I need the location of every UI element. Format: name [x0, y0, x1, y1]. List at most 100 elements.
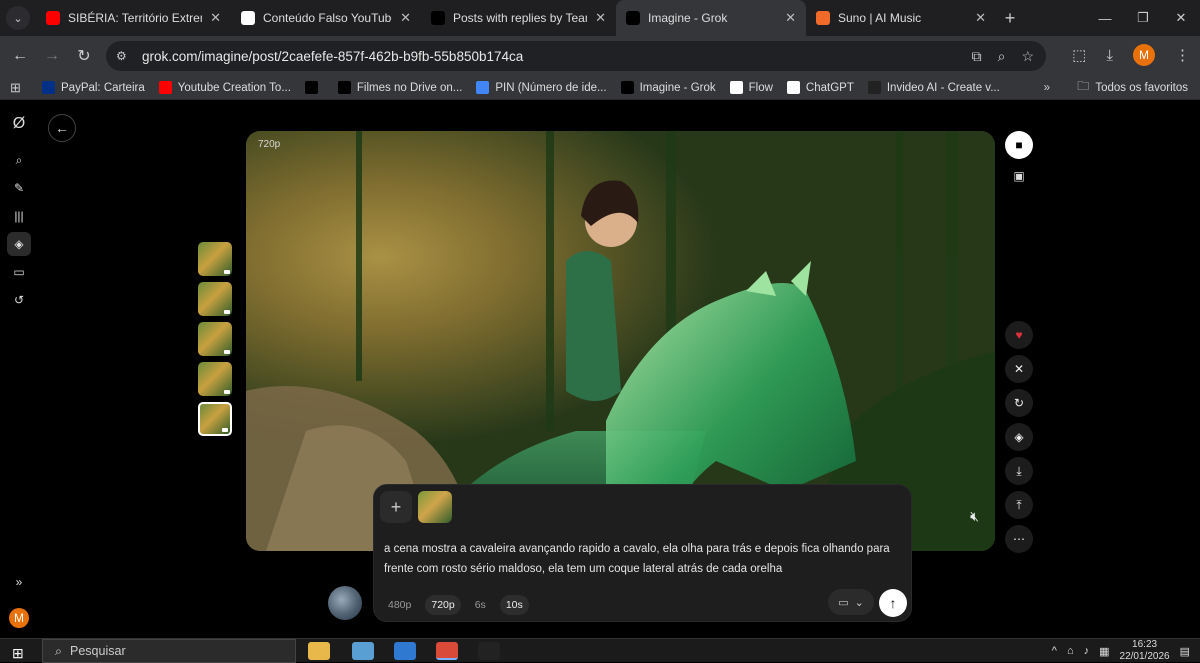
- bookmarks-bar: ⊞ PayPal: Carteira Youtube Creation To...…: [0, 76, 1200, 100]
- edit-icon[interactable]: ✎: [7, 176, 31, 200]
- close-tab-icon[interactable]: ✕: [210, 10, 221, 26]
- bookmark-8[interactable]: ChatGPT: [786, 81, 854, 94]
- left-sidebar: Ø ⌕ ✎ ||| ◈ ▭ ↺ » M: [0, 100, 38, 638]
- bookmark-label: Flow: [748, 81, 773, 94]
- share-x-icon[interactable]: ✕: [1005, 355, 1033, 383]
- thumbnail-5-selected[interactable]: [198, 402, 232, 436]
- store-icon[interactable]: [394, 642, 416, 660]
- taskbar-search[interactable]: ⌕ Pesquisar: [42, 639, 296, 663]
- bookmark-label: ChatGPT: [805, 81, 854, 94]
- address-url[interactable]: grok.com/imagine/post/2caefefe-857f-462b…: [142, 49, 523, 64]
- close-window-icon[interactable]: ✕: [1162, 10, 1200, 26]
- new-tab-button[interactable]: +: [996, 8, 1024, 29]
- resolution-720p-chip[interactable]: 720p: [425, 595, 461, 615]
- restore-icon[interactable]: ❐: [1124, 10, 1162, 26]
- back-button[interactable]: ←: [48, 114, 76, 142]
- voice-icon[interactable]: |||: [7, 204, 31, 228]
- like-heart-icon[interactable]: ♥: [1005, 321, 1033, 349]
- tray-chevron-icon[interactable]: ^: [1052, 645, 1057, 657]
- search-icon[interactable]: ⌕: [7, 148, 31, 172]
- tab-4[interactable]: Imagine - Grok ✕: [616, 0, 806, 36]
- keyboard-icon[interactable]: ▦: [1099, 645, 1109, 658]
- bookmark-3[interactable]: [304, 81, 324, 94]
- bookmark-label: PayPal: Carteira: [61, 81, 145, 94]
- grok-imagine-page: Ø ⌕ ✎ ||| ◈ ▭ ↺ » M ← 720p 🔇︎ ■ ▣ ♥ ✕ ↻ …: [0, 100, 1200, 638]
- paint-icon[interactable]: [352, 642, 374, 660]
- remix-icon[interactable]: ◈: [1005, 423, 1033, 451]
- network-icon[interactable]: ⌂: [1067, 645, 1074, 657]
- thumbnail-1[interactable]: [198, 242, 232, 276]
- close-tab-icon[interactable]: ✕: [785, 10, 796, 26]
- mute-icon[interactable]: 🔇︎: [970, 508, 979, 525]
- more-options-icon[interactable]: ⋯: [1005, 525, 1033, 553]
- tab-1[interactable]: SIBÉRIA: Território Extremo [D ✕: [36, 0, 231, 36]
- back-icon[interactable]: ←: [4, 47, 36, 65]
- duration-6s-chip[interactable]: 6s: [469, 595, 492, 615]
- history-icon[interactable]: ↺: [7, 288, 31, 312]
- close-tab-icon[interactable]: ✕: [975, 10, 986, 26]
- imagine-icon[interactable]: ◈: [7, 232, 31, 256]
- arrow-up-icon: ↑: [889, 595, 897, 611]
- share-icon[interactable]: ⤒: [1005, 491, 1033, 519]
- bookmark-1[interactable]: PayPal: Carteira: [42, 81, 145, 94]
- chrome-icon[interactable]: [436, 642, 458, 660]
- bookmark-9[interactable]: Invideo AI - Create v...: [867, 81, 1000, 94]
- address-bar[interactable]: ⚙ grok.com/imagine/post/2caefefe-857f-46…: [106, 41, 1046, 71]
- browser-menu-icon[interactable]: ⋮: [1175, 46, 1190, 64]
- bookmark-star-icon[interactable]: ☆: [1021, 48, 1034, 65]
- reload-icon[interactable]: ↻: [68, 46, 100, 66]
- more-bookmarks-icon[interactable]: »: [1044, 82, 1050, 94]
- taskbar-search-placeholder: Pesquisar: [70, 644, 126, 658]
- notifications-icon[interactable]: ▤: [1180, 645, 1190, 658]
- download-icon[interactable]: ⤓: [1005, 457, 1033, 485]
- zoom-icon[interactable]: ⌕: [998, 48, 1006, 65]
- bookmark-5[interactable]: PIN (Número de ide...: [476, 81, 607, 94]
- paypal-icon: [42, 81, 55, 94]
- prompt-input[interactable]: a cena mostra a cavaleira avançando rapi…: [384, 539, 904, 579]
- resolution-480p-chip[interactable]: 480p: [382, 595, 417, 615]
- volume-icon[interactable]: ♪: [1084, 645, 1090, 657]
- close-tab-icon[interactable]: ✕: [595, 10, 606, 26]
- send-button[interactable]: ↑: [879, 589, 907, 617]
- projects-icon[interactable]: ▭: [7, 260, 31, 284]
- all-bookmarks-folder[interactable]: 🗀 Todos os favoritos: [1077, 77, 1188, 98]
- windows-start-icon[interactable]: ⊞: [12, 645, 24, 662]
- thumbnail-2[interactable]: [198, 282, 232, 316]
- extensions-icon[interactable]: ⬚: [1072, 46, 1086, 64]
- minimize-icon[interactable]: —: [1086, 11, 1124, 26]
- tab-3[interactable]: Posts with replies by TeamYo ✕: [421, 0, 616, 36]
- bookmark-label: Imagine - Grok: [639, 81, 716, 94]
- generation-thumbnails: [198, 242, 234, 442]
- grok-logo-icon[interactable]: Ø: [7, 112, 31, 136]
- clock[interactable]: 16:23 22/01/2026: [1120, 639, 1170, 663]
- bookmark-2[interactable]: Youtube Creation To...: [158, 81, 291, 94]
- tab-search-icon[interactable]: ⌄: [6, 6, 30, 30]
- forward-icon[interactable]: →: [36, 47, 68, 65]
- add-attachment-button[interactable]: +: [380, 491, 412, 523]
- video-mode-icon[interactable]: ■: [1005, 131, 1033, 159]
- capcut-icon[interactable]: [478, 642, 500, 660]
- bookmark-label: Invideo AI - Create v...: [886, 81, 1000, 94]
- thumbnail-3[interactable]: [198, 322, 232, 356]
- thumbnail-4[interactable]: [198, 362, 232, 396]
- install-app-icon[interactable]: ⧉: [972, 48, 982, 65]
- duration-10s-chip[interactable]: 10s: [499, 595, 529, 615]
- profile-avatar[interactable]: M: [1133, 44, 1155, 66]
- site-info-icon[interactable]: ⚙: [116, 49, 136, 63]
- download-icon[interactable]: ⤓: [1106, 47, 1113, 64]
- creator-avatar[interactable]: [328, 586, 362, 620]
- attached-image-thumbnail[interactable]: [418, 491, 452, 523]
- image-mode-icon[interactable]: ▣: [1005, 162, 1033, 190]
- expand-sidebar-icon[interactable]: »: [7, 570, 31, 594]
- close-tab-icon[interactable]: ✕: [400, 10, 411, 26]
- bookmark-7[interactable]: Flow: [729, 81, 773, 94]
- regenerate-icon[interactable]: ↻: [1005, 389, 1033, 417]
- bookmark-4[interactable]: Filmes no Drive on...: [337, 81, 462, 94]
- user-avatar[interactable]: M: [9, 608, 29, 628]
- apps-grid-icon[interactable]: ⊞: [10, 80, 28, 96]
- tab-2[interactable]: Conteúdo Falso YouTube ✕: [231, 0, 421, 36]
- bookmark-6[interactable]: Imagine - Grok: [620, 81, 716, 94]
- tab-5[interactable]: Suno | AI Music ✕: [806, 0, 996, 36]
- file-explorer-icon[interactable]: [308, 642, 330, 660]
- mode-selector[interactable]: ▭ ⌄: [828, 589, 874, 615]
